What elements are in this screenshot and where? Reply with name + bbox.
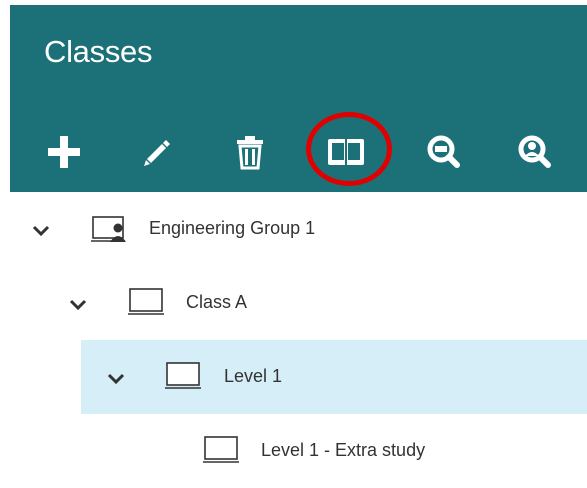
magnifier-icon <box>427 135 460 168</box>
search-user-button[interactable] <box>508 125 562 179</box>
selected-row-background <box>81 340 587 414</box>
user-search-icon <box>518 135 551 168</box>
tree-item-level-1-extra-study[interactable]: Level 1 - Extra study <box>0 414 587 488</box>
tree-item-engineering-group-1[interactable]: Engineering Group 1 <box>0 192 587 266</box>
tree-item-label: Class A <box>186 292 248 312</box>
tree-item-label: Level 1 <box>224 366 283 386</box>
monitor-icon <box>128 288 164 315</box>
pencil-icon <box>144 140 170 166</box>
page-title: Classes <box>44 34 153 69</box>
add-button[interactable] <box>37 125 91 179</box>
trash-icon <box>237 136 263 170</box>
monitor-icon <box>165 362 201 389</box>
edit-button[interactable] <box>129 125 183 179</box>
chevron-down-icon[interactable] <box>69 299 87 311</box>
tree-item-label: Level 1 - Extra study <box>261 440 426 460</box>
tree-item-label: Engineering Group 1 <box>149 218 316 238</box>
tree-item-level-1[interactable]: Level 1 <box>0 340 587 414</box>
tree-item-class-a[interactable]: Class A <box>0 266 587 340</box>
monitor-icon <box>203 436 239 463</box>
chevron-down-icon[interactable] <box>32 225 50 237</box>
classes-header: Classes <box>10 5 587 192</box>
search-button[interactable] <box>417 125 471 179</box>
plus-icon <box>48 136 80 168</box>
highlight-ring <box>306 112 392 186</box>
group-monitor-icon <box>91 216 126 242</box>
chevron-down-icon[interactable] <box>107 373 125 385</box>
delete-button[interactable] <box>223 125 277 179</box>
